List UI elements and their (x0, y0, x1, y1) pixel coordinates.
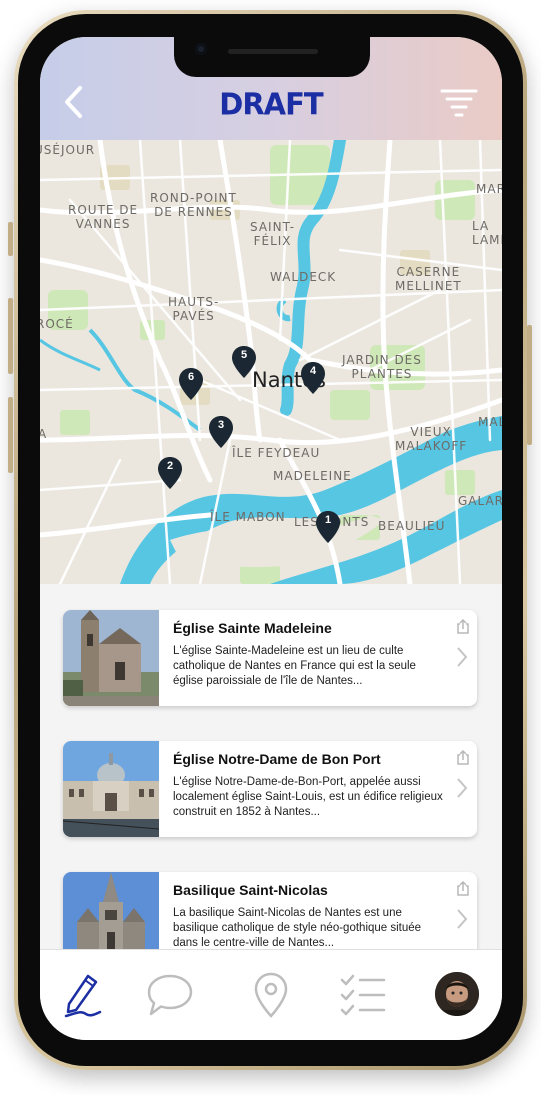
volume-down-button (8, 397, 13, 473)
place-description: L'église Notre-Dame-de-Bon-Port, appelée… (173, 776, 443, 818)
map-pin-number: 2 (166, 460, 174, 472)
map-label-beaulieu: BEAULIEU (378, 519, 446, 533)
map-label-mal: MAL (478, 415, 502, 429)
map-label-galarne: GALARN (458, 494, 502, 508)
map-label-ile-feydeau: ÎLE FEYDEAU (232, 446, 321, 460)
place-title: Basilique Saint-Nicolas (173, 882, 328, 898)
share-icon[interactable] (456, 749, 470, 765)
place-thumbnail (63, 610, 159, 706)
map-pin-number: 6 (187, 371, 195, 383)
map-label-saint-felix: SAINT- FÉLIX (250, 220, 296, 248)
app-screen: DRAFT USÉJOUR ROND-POINT DE RENNES ROUTE… (40, 37, 502, 1040)
chevron-right-icon[interactable] (456, 777, 468, 799)
silent-switch (8, 222, 13, 256)
bottom-nav (40, 949, 502, 1040)
map-pin-4[interactable]: 4 (301, 362, 325, 394)
map-label-jardin: JARDIN DES PLANTES (342, 353, 422, 381)
map-label-rond-point: ROND-POINT DE RENNES (150, 191, 237, 219)
user-avatar[interactable] (435, 972, 479, 1016)
map-label-la: LA LAME (472, 219, 502, 247)
map-label-roce: ROCÉ (40, 317, 74, 331)
place-card[interactable]: Basilique Saint-Nicolas La basilique Sai… (63, 872, 477, 949)
map-label-sejour: USÉJOUR (40, 143, 96, 157)
place-description: La basilique Saint-Nicolas de Nantes est… (173, 907, 422, 949)
share-icon[interactable] (456, 880, 470, 896)
filter-icon[interactable] (440, 87, 478, 119)
chevron-right-icon[interactable] (456, 908, 468, 930)
map-label-vieux-malakoff: VIEUX MALAKOFF (395, 425, 468, 453)
chevron-right-icon[interactable] (456, 646, 468, 668)
place-description: L'église Sainte-Madeleine est un lieu de… (173, 645, 416, 687)
map-label-madeleine: MADELEINE (273, 469, 352, 483)
map-pin-6[interactable]: 6 (179, 368, 203, 400)
place-title: Église Sainte Madeleine (173, 620, 332, 636)
place-thumbnail (63, 741, 160, 837)
place-title: Église Notre-Dame de Bon Port (173, 751, 381, 767)
map-pin-3[interactable]: 3 (209, 416, 233, 448)
map-view[interactable]: USÉJOUR ROND-POINT DE RENNES ROUTE DE VA… (40, 140, 502, 584)
place-thumbnail (63, 872, 159, 949)
speaker (228, 49, 318, 54)
map-pin-1[interactable]: 1 (316, 511, 340, 543)
place-card[interactable]: Église Notre-Dame de Bon Port L'église N… (63, 741, 477, 837)
page-title: DRAFT (219, 86, 323, 122)
map-label-route-vannes: ROUTE DE VANNES (68, 203, 139, 231)
map-label-waldeck: WALDECK (270, 270, 337, 284)
map-pin-number: 4 (309, 365, 317, 377)
volume-up-button (8, 298, 13, 374)
map-pin-2[interactable]: 2 (158, 457, 182, 489)
map-pin-number: 1 (324, 514, 332, 526)
share-icon[interactable] (456, 618, 470, 634)
map-pin-number: 5 (240, 349, 248, 361)
map-label-caserne: CASERNE MELLINET (395, 265, 462, 293)
place-card[interactable]: Église Sainte Madeleine L'église Sainte-… (63, 610, 477, 706)
power-button (527, 325, 532, 445)
map-label-a: A (40, 427, 48, 441)
places-list[interactable]: Église Sainte Madeleine L'église Sainte-… (40, 584, 502, 949)
pen-icon[interactable] (60, 970, 110, 1020)
map-label-ile-mabon: ÎLE MABON (210, 510, 286, 524)
map-pin-number: 3 (217, 419, 225, 431)
front-camera (195, 43, 207, 55)
map-label-ma: MAR (476, 182, 502, 196)
checklist-icon[interactable] (338, 970, 388, 1020)
chat-bubble-icon[interactable] (145, 970, 195, 1020)
map-label-hauts-paves: HAUTS- PAVÉS (168, 295, 220, 323)
map-pin-5[interactable]: 5 (232, 346, 256, 378)
location-pin-icon[interactable] (246, 970, 296, 1020)
